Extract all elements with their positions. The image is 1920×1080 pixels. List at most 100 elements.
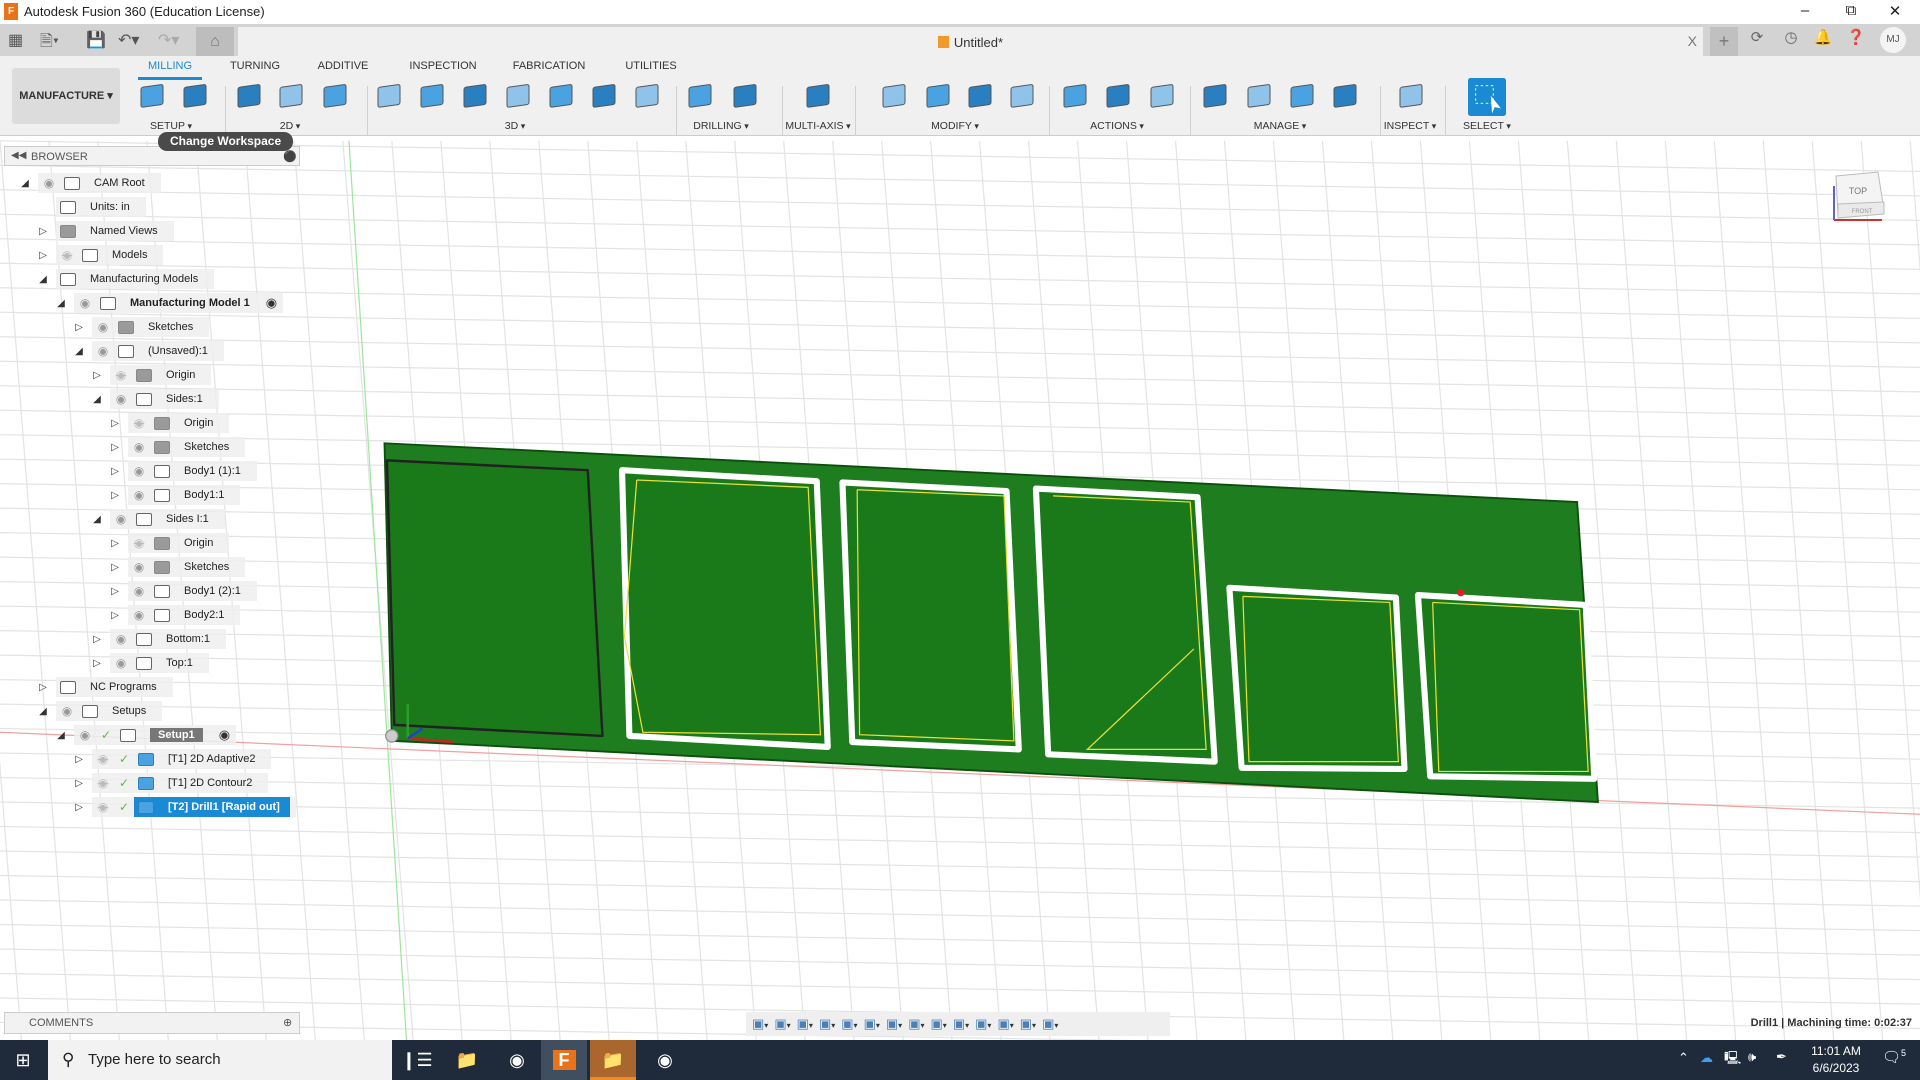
tree-item[interactable]: ▷ ◉ Sketches [108, 556, 246, 578]
tree-item[interactable]: ◢ ◉ Sides I:1 [90, 508, 225, 530]
tree-item[interactable]: ▷ ◉ Origin [90, 364, 212, 386]
tool-icon[interactable] [965, 80, 995, 110]
tree-item[interactable]: ◢ ◉ CAM Root [18, 172, 161, 194]
new-folder-icon[interactable] [137, 80, 167, 110]
new-tab-icon[interactable]: + [1710, 27, 1738, 56]
zoom-window-icon[interactable]: ▣▾ [841, 1016, 857, 1032]
activate-radio-icon[interactable]: ◉ [266, 295, 277, 311]
windows-start-icon[interactable]: ⊞ [0, 1040, 46, 1080]
expand-arrow-icon[interactable]: ▷ [108, 586, 122, 597]
2d-contour-icon[interactable] [320, 80, 350, 110]
post-process-icon[interactable] [1147, 80, 1177, 110]
expand-arrow-icon[interactable]: ▷ [108, 418, 122, 429]
restore-button[interactable]: ⧉ [1836, 2, 1866, 19]
camera-icon[interactable]: ▣▾ [997, 1016, 1013, 1032]
effects-icon[interactable]: ▣▾ [931, 1016, 947, 1032]
tool-library-icon[interactable] [1200, 80, 1230, 110]
expand-arrow-icon[interactable]: ▷ [108, 466, 122, 477]
hole-recognition-icon[interactable] [730, 80, 760, 110]
tree-item[interactable]: ◢ ◉ (Unsaved):1 [72, 340, 224, 362]
eye-hidden-icon[interactable]: ◉ [110, 368, 132, 382]
minimize-button[interactable]: – [1790, 2, 1820, 19]
tree-item[interactable]: ◢ Manufacturing Models [36, 268, 215, 290]
tree-item[interactable]: ▷ ◉ Body2:1 [108, 604, 241, 626]
collapse-browser-icon[interactable]: ◀◀ [11, 150, 26, 161]
tree-item[interactable]: ◢ ◉ Manufacturing Model 1 ◉ [54, 292, 284, 314]
expand-arrow-icon[interactable]: ▷ [108, 442, 122, 453]
eye-hidden-icon[interactable]: ◉ [56, 248, 78, 262]
tree-item[interactable]: ▷ ◉ Top:1 [90, 652, 209, 674]
scallop-icon[interactable] [632, 80, 662, 110]
eye-icon[interactable]: ◉ [128, 488, 150, 502]
tree-item[interactable]: ▷ ◉ ✓ [T1] 2D Adaptive2 [72, 748, 272, 770]
nc-program-icon[interactable] [180, 80, 210, 110]
show-hidden-icons[interactable]: ⌃ [1678, 1050, 1689, 1066]
refresh-icon[interactable]: ▣▾ [953, 1016, 969, 1032]
group-multi-axis-menu[interactable]: MULTI-AXIS [785, 120, 850, 132]
setup-sheet-icon[interactable] [1103, 80, 1133, 110]
expand-arrow-icon[interactable]: ▷ [108, 610, 122, 621]
template-library-icon[interactable] [1330, 80, 1360, 110]
tree-item[interactable]: ◢ ◉ Sides:1 [90, 388, 219, 410]
pattern-icon[interactable] [1007, 80, 1037, 110]
group-2d-menu[interactable]: 2D [280, 120, 300, 132]
collapse-arrow-icon[interactable]: ◢ [54, 298, 68, 309]
close-button[interactable]: ✕ [1880, 2, 1910, 20]
appearance-icon[interactable]: ▣▾ [975, 1016, 991, 1032]
eye-hidden-icon[interactable]: ◉ [128, 536, 150, 550]
steep-shallow-icon[interactable] [460, 80, 490, 110]
tree-item[interactable]: ▷ ◉ Body1 (2):1 [108, 580, 257, 602]
save-icon[interactable]: 💾 [86, 30, 106, 50]
post-library-icon[interactable] [1287, 80, 1317, 110]
collapse-arrow-icon[interactable]: ◢ [36, 274, 50, 285]
group-actions-menu[interactable]: ACTIONS [1090, 120, 1144, 132]
group-select-menu[interactable]: SELECT [1463, 120, 1511, 132]
group-modify-menu[interactable]: MODIFY [931, 120, 979, 132]
3d-adaptive-icon[interactable] [374, 80, 404, 110]
contour-icon[interactable] [546, 80, 576, 110]
expand-arrow-icon[interactable]: ▷ [90, 658, 104, 669]
expand-arrow-icon[interactable]: ▷ [108, 490, 122, 501]
extensions-icon[interactable]: ⟳ [1744, 28, 1770, 46]
collapse-arrow-icon[interactable]: ◢ [36, 706, 50, 717]
collapse-arrow-icon[interactable]: ◢ [90, 394, 104, 405]
collapse-arrow-icon[interactable]: ◢ [18, 178, 32, 189]
tree-item[interactable]: ▷ ◉ Sketches [108, 436, 246, 458]
undo-icon[interactable]: ↶▾ [118, 30, 139, 50]
file-icon[interactable]: 🗎▾ [40, 30, 59, 57]
collapse-arrow-icon[interactable]: ◢ [54, 730, 68, 741]
workspace-switcher[interactable]: MANUFACTURE ▾ [12, 68, 120, 124]
eye-icon[interactable]: ◉ [92, 320, 114, 334]
eye-icon[interactable]: ◉ [110, 512, 132, 526]
pan-icon[interactable]: ▣▾ [797, 1016, 813, 1032]
chrome-icon[interactable]: ◉ [494, 1040, 540, 1080]
network-icon[interactable]: 🖳 [1724, 1049, 1741, 1071]
tree-item[interactable]: ▷ ◉ Body1:1 [108, 484, 241, 506]
eye-hidden-icon[interactable]: ◉ [92, 776, 114, 790]
tree-item[interactable]: ▷ ◉ Bottom:1 [90, 628, 227, 650]
collapse-arrow-icon[interactable]: ◢ [72, 346, 86, 357]
tab-fabrication[interactable]: FABRICATION [513, 60, 586, 72]
eye-icon[interactable]: ◉ [92, 344, 114, 358]
expand-arrow-icon[interactable]: ▷ [108, 538, 122, 549]
tree-item[interactable]: ▷ ◉ Body1 (1):1 [108, 460, 257, 482]
taskbar-search-box[interactable]: ⚲ Type here to search [48, 1040, 392, 1080]
file-explorer-icon[interactable]: 📁 [444, 1040, 490, 1080]
eye-icon[interactable]: ◉ [128, 584, 150, 598]
horizontal-icon[interactable] [503, 80, 533, 110]
expand-arrow-icon[interactable]: ▷ [36, 226, 50, 237]
eye-hidden-icon[interactable]: ◉ [92, 752, 114, 766]
action-center-icon[interactable]: 🗨5 [1882, 1048, 1906, 1066]
eye-icon[interactable]: ◉ [110, 656, 132, 670]
eye-hidden-icon[interactable]: ◉ [92, 800, 114, 814]
expand-arrow-icon[interactable]: ▷ [72, 802, 86, 813]
3d-pocket-icon[interactable] [417, 80, 447, 110]
user-avatar[interactable]: MJ [1880, 27, 1906, 53]
tab-additive[interactable]: ADDITIVE [318, 60, 369, 72]
eye-icon[interactable]: ◉ [38, 176, 60, 190]
machine-library-icon[interactable] [1244, 80, 1274, 110]
tree-item[interactable]: ▷ NC Programs [36, 676, 173, 698]
tab-turning[interactable]: TURNING [230, 60, 280, 72]
pen-icon[interactable]: ✒ [1776, 1049, 1787, 1065]
multi-axis-icon[interactable] [803, 80, 833, 110]
